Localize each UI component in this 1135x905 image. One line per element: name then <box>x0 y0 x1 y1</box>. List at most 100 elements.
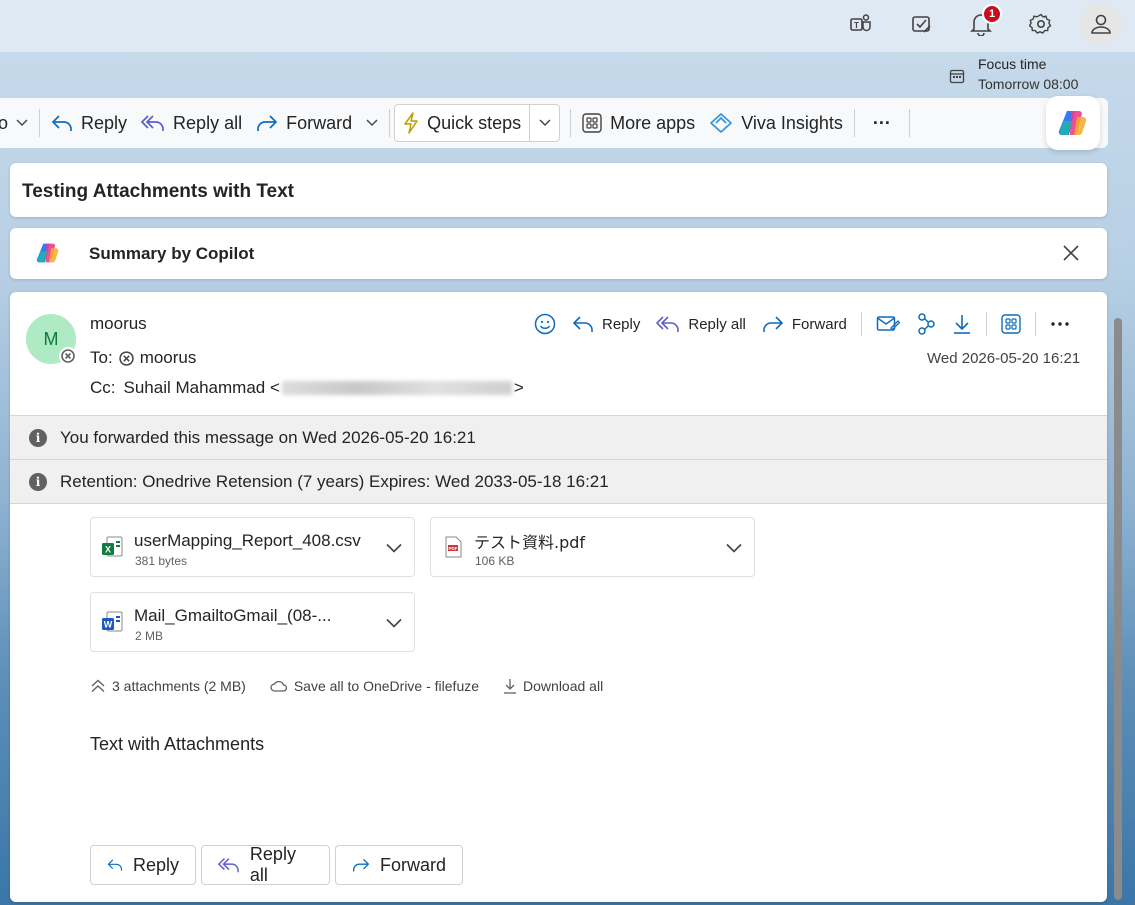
retention-banner: i Retention: Onedrive Retension (7 years… <box>10 459 1107 504</box>
footer-reply-all-button[interactable]: Reply all <box>201 844 330 885</box>
toolbar-partial-item[interactable]: o <box>0 104 35 142</box>
teams-icon[interactable]: T <box>846 9 876 39</box>
footer-reply-label: Reply <box>132 854 179 875</box>
account-icon[interactable] <box>1080 3 1122 45</box>
attachment-name: userMapping_Report_408.csv <box>134 531 361 550</box>
excel-file-icon: X <box>101 535 125 564</box>
message-body: Text with Attachments <box>90 734 265 754</box>
svg-text:T: T <box>854 21 859 30</box>
save-to-onedrive-link[interactable]: Save all to OneDrive - filefuze <box>294 678 479 694</box>
chevron-down-icon[interactable] <box>386 615 402 633</box>
footer-forward-button[interactable]: Forward <box>335 845 463 885</box>
toolbar-reply-button[interactable]: Reply <box>44 104 134 142</box>
divider <box>853 109 855 137</box>
attachment-count[interactable]: 3 attachments (2 MB) <box>112 678 246 694</box>
toolbar-reply-all-button[interactable]: Reply all <box>134 104 249 142</box>
download-button[interactable] <box>944 310 980 338</box>
more-apps-button[interactable]: More apps <box>575 104 702 142</box>
download-all-link[interactable]: Download all <box>523 678 603 694</box>
reply-all-icon <box>218 858 239 873</box>
share-button[interactable] <box>908 310 944 338</box>
svg-text:W: W <box>104 620 113 630</box>
more-icon <box>1051 322 1069 326</box>
divider <box>39 109 41 137</box>
attachment-card[interactable]: X userMapping_Report_408.csv 381 bytes <box>90 517 415 577</box>
attachment-name: テスト資料.pdf <box>474 533 586 552</box>
forward-button[interactable]: Forward <box>754 310 855 338</box>
cc-recipient[interactable]: Suhail Mahammad < <box>124 378 280 398</box>
toolbar-forward-button[interactable]: Forward <box>249 104 385 142</box>
share-nodes-icon <box>918 313 935 335</box>
close-icon[interactable] <box>1060 242 1082 269</box>
message-date: Wed 2026-05-20 16:21 <box>927 350 1081 367</box>
footer-forward-label: Forward <box>379 854 446 875</box>
attachment-summary: 3 attachments (2 MB) Save all to OneDriv… <box>90 678 603 694</box>
more-apps-label: More apps <box>610 112 696 133</box>
attachment-card[interactable]: W Mail_GmailtoGmail_(08-... 2 MB <box>90 592 415 652</box>
cloud-icon <box>270 680 287 692</box>
chevron-double-up-icon[interactable] <box>90 679 106 693</box>
reply-label: Reply <box>602 315 641 333</box>
copilot-summary-label: Summary by Copilot <box>89 244 255 263</box>
to-line: To: moorus <box>90 348 196 368</box>
copilot-button[interactable] <box>1046 96 1100 150</box>
calendar-icon <box>949 68 965 89</box>
more-options-button[interactable]: ··· <box>859 104 905 142</box>
tasks-icon[interactable] <box>907 9 937 39</box>
apps-icon <box>582 113 602 133</box>
emoji-reaction-button[interactable] <box>526 310 564 338</box>
attachment-size: 2 MB <box>135 629 164 643</box>
apps-button[interactable] <box>993 310 1029 338</box>
attachment-size: 381 bytes <box>135 554 188 568</box>
reply-all-icon <box>656 316 680 332</box>
reply-icon <box>107 859 123 871</box>
bell-icon[interactable]: 1 <box>966 4 1002 39</box>
chevron-down-icon[interactable] <box>726 540 742 558</box>
copilot-summary-bar[interactable]: Summary by Copilot <box>10 228 1107 279</box>
more-options-label: ··· <box>872 112 891 133</box>
sender-name[interactable]: moorus <box>90 314 147 334</box>
attachment-size: 106 KB <box>475 554 515 568</box>
cc-line: Cc: Suhail Mahammad < > <box>90 378 524 398</box>
reply-icon <box>572 316 593 332</box>
forward-icon <box>763 316 784 332</box>
message-actions: Reply Reply all Forward <box>526 310 1078 338</box>
chevron-down-icon[interactable] <box>386 540 402 558</box>
download-icon <box>504 679 517 694</box>
presence-unknown-icon <box>119 350 134 366</box>
quick-steps-dropdown[interactable] <box>530 104 561 142</box>
attachment-card[interactable]: PDF テスト資料.pdf 106 KB <box>430 517 755 577</box>
apps-icon <box>1001 314 1021 334</box>
message-pane: M moorus To: moorus Cc: Suhail Mahammad … <box>10 292 1107 902</box>
info-icon: i <box>29 473 47 491</box>
mark-read-button[interactable] <box>868 310 908 338</box>
attachment-name: Mail_GmailtoGmail_(08-... <box>134 606 332 625</box>
reply-icon <box>51 115 72 131</box>
copilot-icon <box>36 242 60 269</box>
chevron-down-icon <box>539 119 551 126</box>
toolbar-partial-label: o <box>0 112 9 133</box>
reply-all-button[interactable]: Reply all <box>648 310 754 338</box>
toolbar-forward-label: Forward <box>286 112 353 133</box>
svg-text:X: X <box>105 545 111 555</box>
viva-insights-button[interactable]: Viva Insights <box>702 104 850 142</box>
focus-title: Focus time <box>978 56 1047 72</box>
cc-label: Cc: <box>90 378 116 397</box>
to-recipient[interactable]: moorus <box>140 348 197 368</box>
more-actions-button[interactable] <box>1042 310 1078 338</box>
chevron-down-icon[interactable] <box>366 119 378 127</box>
lightning-icon <box>404 112 418 134</box>
footer-reply-all-label: Reply all <box>249 844 296 885</box>
focus-time[interactable]: Focus time Tomorrow 08:00 <box>949 54 1078 94</box>
download-icon <box>953 315 970 334</box>
quick-steps-button[interactable]: Quick steps <box>394 104 531 142</box>
info-icon: i <box>29 429 47 447</box>
forwarded-banner: i You forwarded this message on Wed 2026… <box>10 415 1107 459</box>
divider <box>985 312 987 336</box>
retention-text: Retention: Onedrive Retension (7 years) … <box>60 471 609 491</box>
settings-icon[interactable] <box>1026 9 1056 39</box>
footer-reply-button[interactable]: Reply <box>90 845 196 885</box>
reply-button[interactable]: Reply <box>564 310 648 338</box>
envelope-edit-icon <box>876 316 900 331</box>
scrollbar[interactable] <box>1114 318 1122 900</box>
